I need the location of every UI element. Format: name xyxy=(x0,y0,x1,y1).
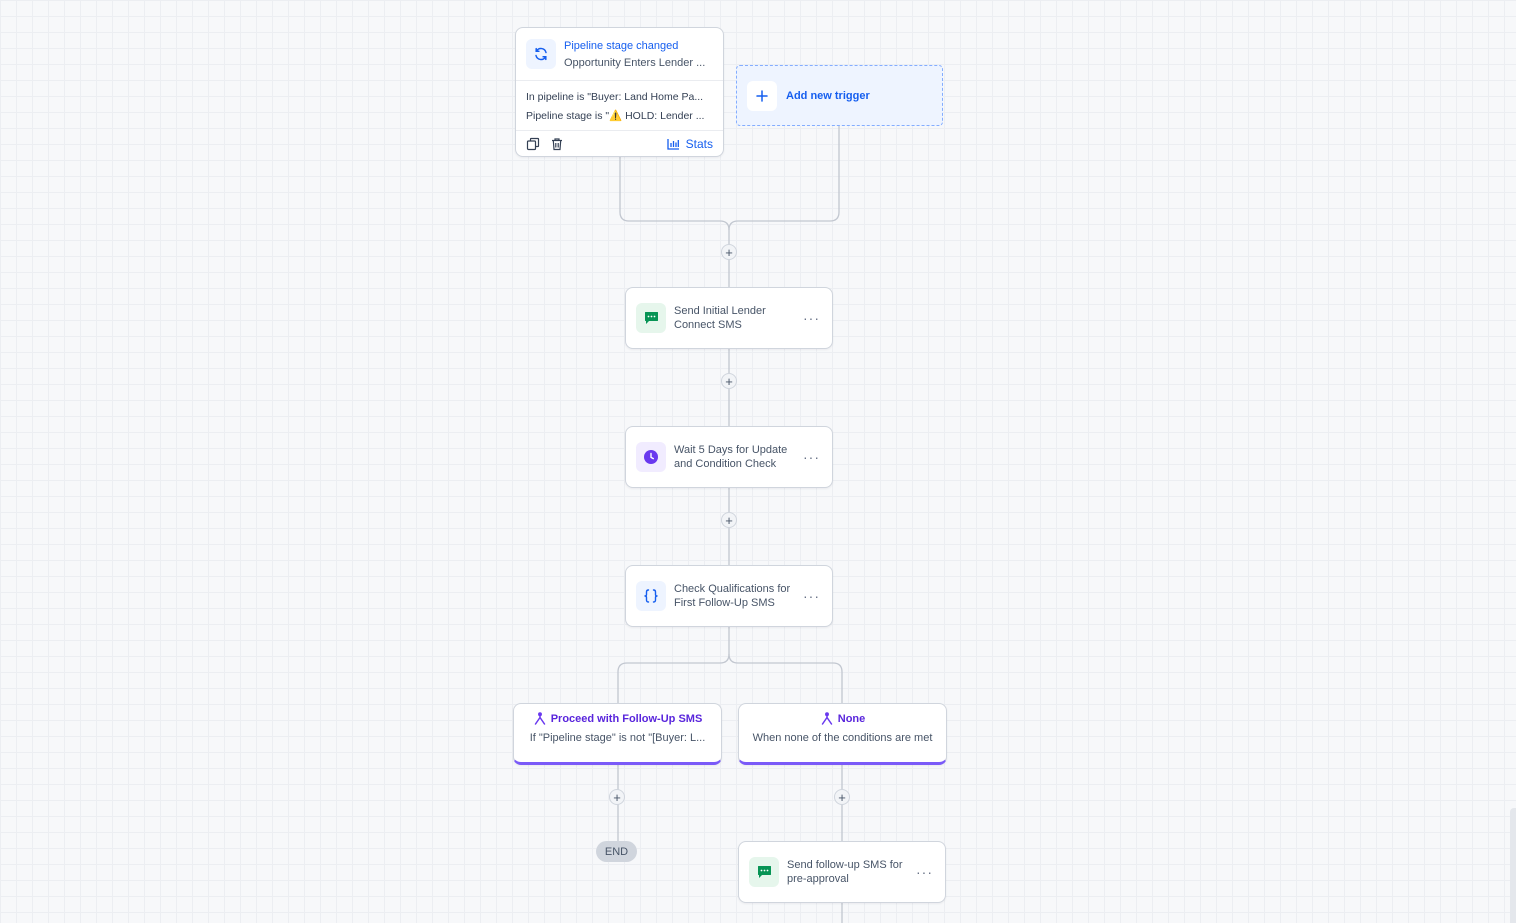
action-wait-5-days[interactable]: Wait 5 Days for Update and Condition Che… xyxy=(625,426,833,488)
trigger-filter-stage: Pipeline stage is "⚠️ HOLD: Lender ... xyxy=(526,110,705,122)
action-label: Send follow-up SMS for pre-approval xyxy=(787,859,903,885)
branch-condition: If "Pipeline stage" is not "[Buyer: L... xyxy=(529,732,706,744)
action-label: Check Qualifications for First Follow-Up… xyxy=(674,583,791,609)
branch-proceed-follow-up[interactable]: Proceed with Follow-Up SMS If "Pipeline … xyxy=(513,703,722,765)
branch-none[interactable]: None When none of the conditions are met xyxy=(738,703,947,765)
trigger-filter-pipeline: In pipeline is "Buyer: Land Home Pa... xyxy=(526,91,704,103)
add-step-button[interactable]: + xyxy=(721,512,737,528)
add-new-trigger-button[interactable]: Add new trigger xyxy=(736,65,943,126)
branch-icon xyxy=(534,712,545,725)
branch-title: None xyxy=(837,713,866,725)
trash-icon[interactable] xyxy=(550,137,564,151)
add-step-button[interactable]: + xyxy=(721,244,737,260)
trigger-title: Pipeline stage changed xyxy=(564,39,679,52)
clock-icon xyxy=(636,442,666,472)
action-send-initial-sms[interactable]: Send Initial Lender Connect SMS ··· xyxy=(625,287,833,349)
add-step-button[interactable]: + xyxy=(609,789,625,805)
condition-braces-icon xyxy=(636,581,666,611)
side-panel-handle[interactable] xyxy=(1510,808,1516,923)
branch-title: Proceed with Follow-Up SMS xyxy=(550,713,703,725)
trigger-filters: In pipeline is "Buyer: Land Home Pa... P… xyxy=(516,81,723,131)
sms-icon xyxy=(749,857,779,887)
stats-button[interactable]: Stats xyxy=(666,137,713,151)
copy-icon[interactable] xyxy=(526,137,540,151)
trigger-header: Pipeline stage changed Opportunity Enter… xyxy=(516,28,723,81)
action-check-qualifications[interactable]: Check Qualifications for First Follow-Up… xyxy=(625,565,833,627)
add-step-button[interactable]: + xyxy=(721,373,737,389)
trigger-footer: Stats xyxy=(516,131,723,157)
action-send-follow-up-sms[interactable]: Send follow-up SMS for pre-approval ··· xyxy=(738,841,946,903)
refresh-icon xyxy=(526,39,556,69)
bar-chart-icon xyxy=(666,139,679,150)
more-options-icon[interactable]: ··· xyxy=(803,589,820,603)
more-options-icon[interactable]: ··· xyxy=(803,311,820,325)
stats-label: Stats xyxy=(685,137,713,151)
more-options-icon[interactable]: ··· xyxy=(916,865,933,879)
add-step-button[interactable]: + xyxy=(834,789,850,805)
trigger-card[interactable]: Pipeline stage changed Opportunity Enter… xyxy=(515,27,724,157)
add-new-trigger-label: Add new trigger xyxy=(786,89,870,102)
branch-condition: When none of the conditions are met xyxy=(752,732,933,744)
action-label: Send Initial Lender Connect SMS xyxy=(674,305,766,331)
trigger-subtitle: Opportunity Enters Lender ... xyxy=(564,56,706,69)
plus-icon xyxy=(747,80,777,111)
action-label: Wait 5 Days for Update and Condition Che… xyxy=(674,444,788,470)
branch-icon xyxy=(821,712,832,725)
more-options-icon[interactable]: ··· xyxy=(803,450,820,464)
end-node: END xyxy=(596,841,637,862)
sms-icon xyxy=(636,303,666,333)
